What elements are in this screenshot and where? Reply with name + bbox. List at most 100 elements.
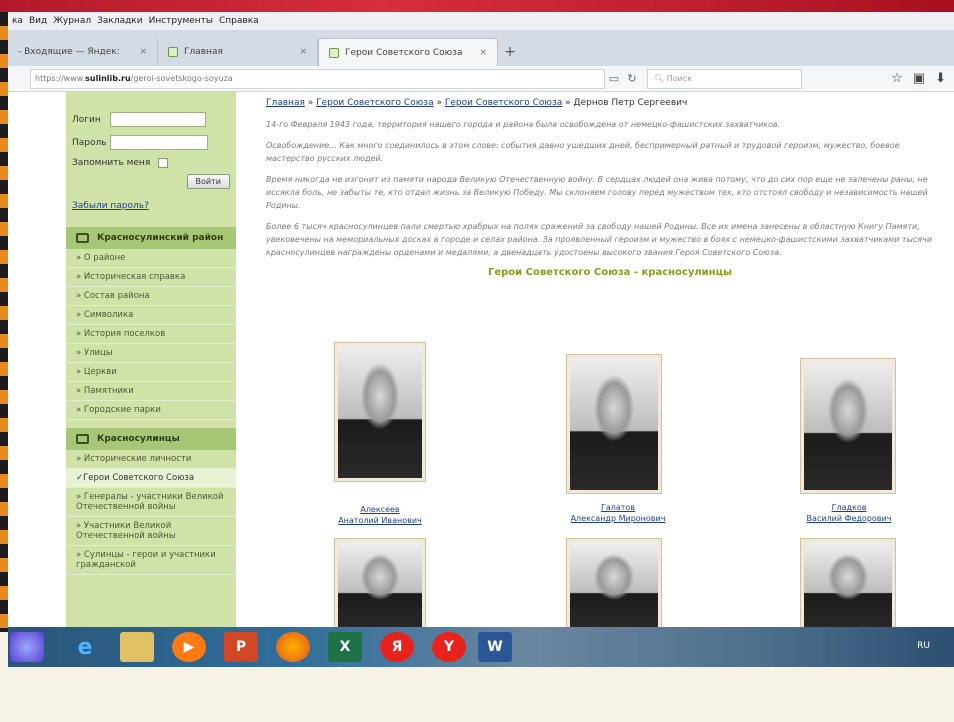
breadcrumb-link[interactable]: Главная — [266, 98, 305, 108]
section-header-people: Красносулинцы — [66, 428, 236, 450]
screen-margin — [0, 667, 954, 722]
hero-given-name: Александр Миронович — [570, 514, 666, 523]
yandex-browser-icon[interactable]: Y — [432, 632, 466, 662]
sidebar-item[interactable]: » Церкви — [66, 363, 236, 382]
st-george-ribbon — [0, 12, 8, 632]
reader-view-icon[interactable]: ▭ — [605, 70, 623, 88]
heroes-heading: Герои Советского Союза - красносулинцы — [487, 267, 733, 278]
url-path: /geroi-sovetskogo-soyuza — [130, 74, 233, 83]
file-explorer-icon[interactable] — [120, 632, 154, 662]
people-menu: » Исторические личности ✓Герои Советског… — [66, 450, 236, 575]
web-page: Логин Пароль Запомнить меня Войти Забыли… — [8, 92, 954, 627]
url-prefix: https://www. — [35, 74, 86, 83]
sidebar: Логин Пароль Запомнить меня Войти Забыли… — [66, 92, 236, 627]
password-input[interactable] — [110, 135, 208, 150]
login-form: Логин Пароль Запомнить меня Войти Забыли… — [66, 92, 236, 219]
hero-name-link[interactable]: Гладков Василий Федорович — [784, 502, 914, 524]
close-icon[interactable]: × — [299, 47, 307, 57]
close-icon[interactable]: × — [139, 47, 147, 57]
section-title: Красносулинцы — [97, 434, 180, 444]
sidebar-item[interactable]: » Состав района — [66, 287, 236, 306]
clipboard-icon[interactable]: ▣ — [913, 71, 925, 86]
book-icon — [76, 434, 89, 444]
breadcrumb: Главная » Герои Советского Союза » Герои… — [266, 98, 688, 108]
hero-given-name: Василий Федорович — [806, 514, 892, 523]
menu-view[interactable]: Вид — [29, 16, 47, 26]
hero-portrait[interactable] — [334, 538, 426, 627]
hero-portrait[interactable] — [800, 538, 896, 627]
download-icon[interactable]: ⬇ — [935, 71, 946, 86]
hero-photo — [338, 346, 422, 478]
menu-help[interactable]: Справка — [219, 16, 259, 26]
hero-portrait[interactable] — [566, 354, 662, 494]
sidebar-item[interactable]: » Исторические личности — [66, 450, 236, 469]
tab-bar: - Входящие — Яндек: × Главная × Герои Сове… — [8, 30, 954, 66]
hero-portrait[interactable] — [566, 538, 662, 627]
url-host: sulinlib.ru — [85, 74, 131, 83]
sidebar-item[interactable]: » О районе — [66, 249, 236, 268]
powerpoint-icon[interactable]: P — [224, 632, 258, 662]
hero-photo — [570, 542, 658, 627]
sidebar-item[interactable]: » Улицы — [66, 344, 236, 363]
sidebar-item-active[interactable]: ✓Герои Советского Союза — [66, 469, 236, 488]
breadcrumb-link[interactable]: Герои Советского Союза — [316, 98, 433, 108]
menu-bookmarks[interactable]: Закладки — [97, 16, 143, 26]
login-input[interactable] — [110, 112, 206, 127]
breadcrumb-link[interactable]: Герои Советского Союза — [445, 98, 562, 108]
login-button[interactable]: Войти — [186, 174, 230, 189]
sidebar-item[interactable]: » Генералы - участники Великой Отечестве… — [66, 488, 236, 517]
tab-label: - Входящие — Яндек: — [18, 47, 120, 57]
sidebar-item[interactable]: » Сулинцы - герои и участники гражданско… — [66, 546, 236, 575]
internet-explorer-icon[interactable]: e — [68, 632, 102, 662]
navigation-bar: https://www. sulinlib.ru/geroi-sovetskogo… — [8, 66, 954, 92]
hero-portrait[interactable] — [800, 358, 896, 494]
address-bar[interactable]: https://www. sulinlib.ru/geroi-sovetskogo… — [30, 68, 605, 89]
hero-surname: Алексеев — [360, 505, 400, 514]
forgot-password-link[interactable]: Забыли пароль? — [72, 201, 149, 211]
new-tab-icon[interactable]: + — [498, 38, 522, 66]
tab-mail[interactable]: - Входящие — Яндек: × — [8, 38, 158, 66]
media-player-icon[interactable]: ▶ — [172, 632, 206, 662]
hero-name-link[interactable]: Алексеев Анатолий Иванович — [320, 504, 440, 526]
remember-checkbox[interactable] — [158, 158, 169, 168]
main-content: Главная » Герои Советского Союза » Герои… — [236, 92, 954, 627]
sidebar-item[interactable]: » Памятники — [66, 382, 236, 401]
breadcrumb-current: Дернов Петр Сергеевич — [573, 98, 688, 108]
sidebar-item[interactable]: » Символика — [66, 306, 236, 325]
search-input[interactable]: 🔍︎ Поиск — [647, 68, 802, 89]
tab-home[interactable]: Главная × — [158, 38, 318, 66]
sidebar-item[interactable]: » Городские парки — [66, 401, 236, 420]
hero-photo — [804, 542, 892, 627]
firefox-icon[interactable] — [276, 632, 310, 662]
site-favicon-icon — [329, 47, 339, 58]
hero-given-name: Анатолий Иванович — [338, 516, 422, 525]
hero-name-link[interactable]: Галатов Александр Миронович — [548, 502, 688, 524]
yandex-icon[interactable]: Я — [380, 632, 414, 662]
reload-icon[interactable]: ↻ — [623, 70, 641, 88]
remember-label: Запомнить меня — [72, 158, 151, 168]
intro-paragraph: Более 6 тысяч красносулинцев пали смерть… — [266, 222, 933, 257]
book-icon — [76, 233, 89, 243]
hero-portrait[interactable] — [334, 342, 426, 482]
hero-photo — [338, 542, 422, 627]
site-favicon-icon — [168, 47, 178, 57]
intro-paragraph: 14-го Февраля 1943 года, территория наше… — [266, 120, 781, 129]
tab-heroes[interactable]: Герои Советского Союза × — [318, 38, 498, 66]
intro-paragraph: Освобождение... Как много соединилось в … — [266, 141, 900, 163]
password-label: Пароль — [72, 137, 107, 148]
sidebar-item[interactable]: » Историческая справка — [66, 268, 236, 287]
language-indicator[interactable]: RU — [917, 641, 930, 651]
menu-history[interactable]: Журнал — [53, 16, 91, 26]
menu-tools[interactable]: Инструменты — [149, 16, 213, 26]
start-orb-icon[interactable] — [10, 632, 44, 662]
sidebar-item[interactable]: » История поселков — [66, 325, 236, 344]
browser-menubar: ка Вид Журнал Закладки Инструменты Справ… — [8, 12, 954, 30]
menu-item[interactable]: ка — [12, 16, 23, 26]
word-icon[interactable]: W — [478, 632, 512, 662]
close-icon[interactable]: × — [479, 48, 487, 58]
bookmark-star-icon[interactable]: ☆ — [891, 71, 903, 86]
sidebar-item[interactable]: » Участники Великой Отечественной войны — [66, 517, 236, 546]
section-title: Красносулинский район — [97, 233, 224, 243]
excel-icon[interactable]: X — [328, 632, 362, 662]
windows-taskbar: e ▶ P X Я Y W RU — [8, 627, 954, 667]
